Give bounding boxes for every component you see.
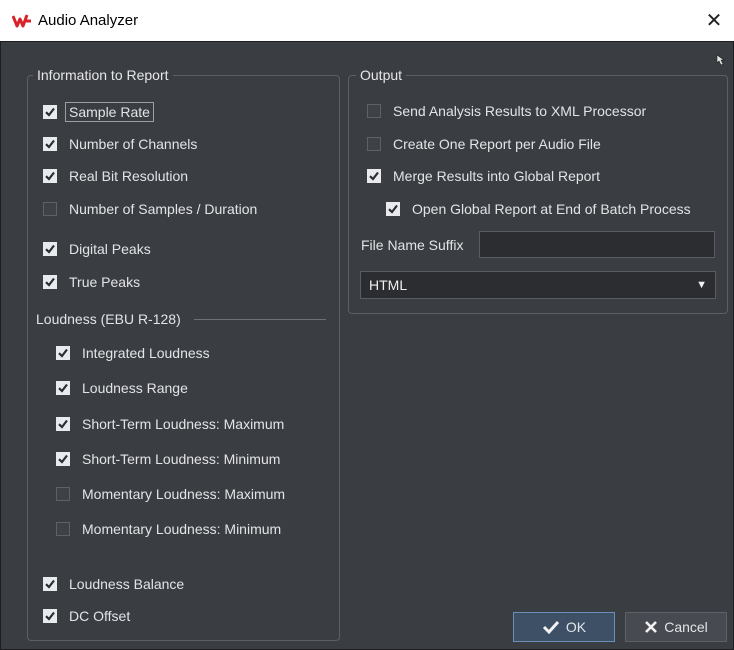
loudness-separator [194,319,326,320]
checkbox-checked-icon[interactable] [43,169,57,183]
checkbox-label: Merge Results into Global Report [393,168,600,184]
checkbox-checked-icon[interactable] [56,452,70,466]
checkbox-loudness-balance[interactable]: Loudness Balance [43,576,184,592]
checkbox-label: True Peaks [69,274,141,290]
checkbox-number-of-samples-duration[interactable]: Number of Samples / Duration [43,201,257,217]
cursor-icon [716,54,725,66]
window-title: Audio Analyzer [38,12,139,29]
checkbox-label: Number of Channels [69,136,198,152]
checkbox-integrated-loudness[interactable]: Integrated Loudness [56,345,210,361]
checkbox-short-term-loudness-minimum[interactable]: Short-Term Loudness: Minimum [56,451,280,467]
checkbox-label: Send Analysis Results to XML Processor [393,103,647,119]
checkbox-send-analysis-results-to-xml-processor[interactable]: Send Analysis Results to XML Processor [367,103,646,119]
title-bar: Audio Analyzer ✕ [0,0,734,41]
file-name-suffix-input[interactable] [479,231,715,258]
checkbox-checked-icon[interactable] [43,275,57,289]
checkbox-unchecked-icon[interactable] [56,522,70,536]
cancel-button-label: Cancel [664,619,708,635]
file-name-suffix-label: File Name Suffix [361,237,464,253]
checkbox-merge-results-into-global-report[interactable]: Merge Results into Global Report [367,168,600,184]
checkbox-sample-rate[interactable]: Sample Rate [43,102,154,122]
checkbox-checked-icon[interactable] [56,381,70,395]
checkbox-number-of-channels[interactable]: Number of Channels [43,136,197,152]
checkbox-label: DC Offset [69,608,131,624]
checkbox-checked-icon[interactable] [43,105,57,119]
format-select[interactable]: HTML ▼ [360,271,716,299]
checkbox-label: Sample Rate [65,102,154,122]
checkbox-checked-icon[interactable] [56,417,70,431]
information-group-title: Information to Report [33,67,173,83]
checkbox-label: Create One Report per Audio File [393,136,601,152]
ok-button-label: OK [565,619,587,635]
checkbox-real-bit-resolution[interactable]: Real Bit Resolution [43,168,188,184]
checkbox-label: Short-Term Loudness: Maximum [82,416,285,432]
checkbox-label: Momentary Loudness: Minimum [82,521,282,537]
checkbox-true-peaks[interactable]: True Peaks [43,274,140,290]
checkbox-unchecked-icon[interactable] [56,487,70,501]
close-button[interactable]: ✕ [694,0,734,41]
checkbox-unchecked-icon[interactable] [367,137,381,151]
checkbox-label: Open Global Report at End of Batch Proce… [412,201,691,217]
checkbox-label: Integrated Loudness [82,345,210,361]
checkbox-label: Loudness Balance [69,576,185,592]
checkbox-checked-icon[interactable] [43,242,57,256]
loudness-section-title: Loudness (EBU R-128) [36,311,181,327]
chevron-down-icon: ▼ [696,279,707,291]
checkbox-loudness-range[interactable]: Loudness Range [56,380,188,396]
checkbox-unchecked-icon[interactable] [43,202,57,216]
checkbox-checked-icon[interactable] [43,577,57,591]
checkbox-label: Real Bit Resolution [69,168,189,184]
checkbox-label: Momentary Loudness: Maximum [82,486,286,502]
checkbox-checked-icon[interactable] [43,137,57,151]
close-x-icon [645,621,658,633]
checkbox-label: Short-Term Loudness: Minimum [82,451,281,467]
output-group-title: Output [356,67,407,83]
checkbox-checked-icon[interactable] [43,609,57,623]
checkmark-icon [542,620,559,634]
checkbox-create-one-report-per-audio-file[interactable]: Create One Report per Audio File [367,136,601,152]
wavelab-logo-icon [12,14,31,28]
checkbox-checked-icon[interactable] [367,169,381,183]
checkbox-unchecked-icon[interactable] [367,104,381,118]
ok-button[interactable]: OK [513,612,615,642]
checkbox-checked-icon[interactable] [386,202,400,216]
format-select-value: HTML [369,277,408,293]
checkbox-label: Digital Peaks [69,241,151,257]
cancel-button[interactable]: Cancel [625,612,727,642]
checkbox-checked-icon[interactable] [56,346,70,360]
checkbox-digital-peaks[interactable]: Digital Peaks [43,241,151,257]
checkbox-dc-offset[interactable]: DC Offset [43,608,130,624]
close-icon: ✕ [705,10,723,32]
checkbox-momentary-loudness-maximum[interactable]: Momentary Loudness: Maximum [56,486,285,502]
checkbox-short-term-loudness-maximum[interactable]: Short-Term Loudness: Maximum [56,416,284,432]
checkbox-momentary-loudness-minimum[interactable]: Momentary Loudness: Minimum [56,521,281,537]
checkbox-label: Loudness Range [82,380,188,396]
checkbox-label: Number of Samples / Duration [69,201,258,217]
checkbox-open-global-report-at-end-of-batch-process[interactable]: Open Global Report at End of Batch Proce… [386,201,691,217]
